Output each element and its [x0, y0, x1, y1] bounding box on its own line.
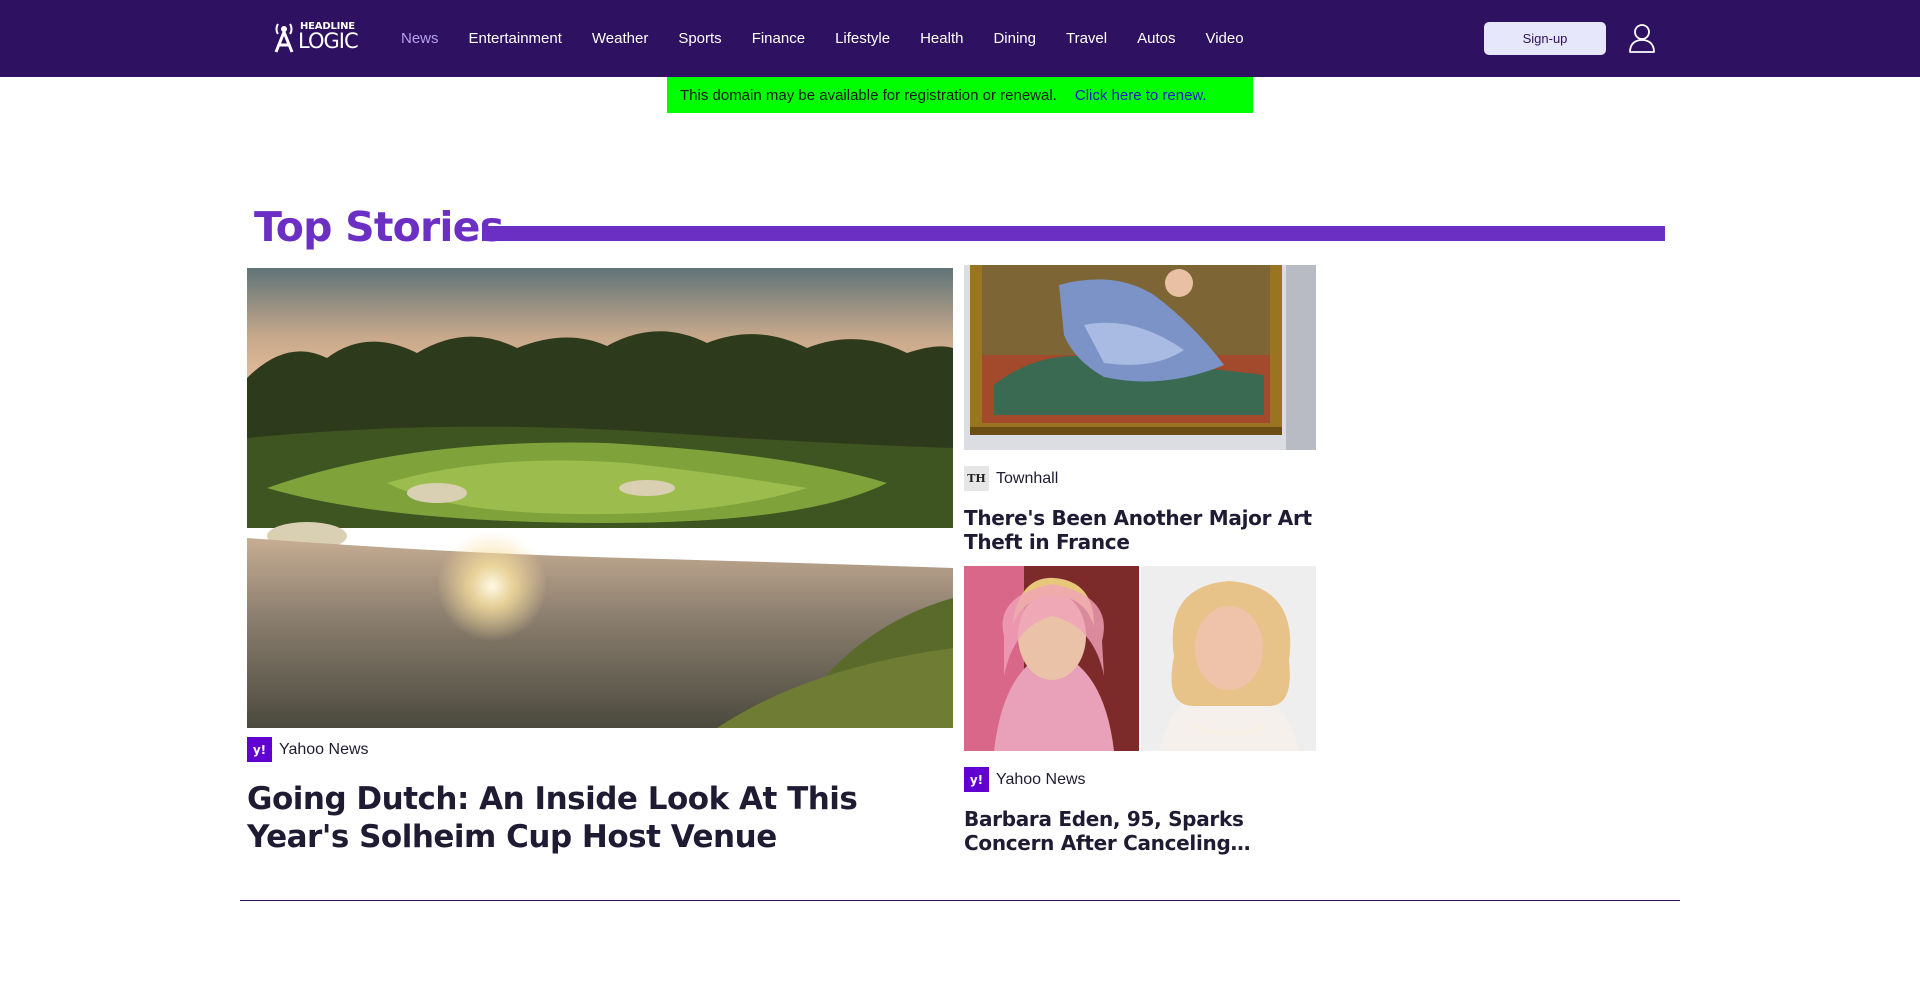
side-story-2-image[interactable] — [964, 566, 1316, 751]
logo-bottom-text: LOGIC — [298, 29, 359, 53]
nav-item-sports[interactable]: Sports — [678, 30, 721, 47]
main-story-source-name: Yahoo News — [279, 740, 369, 758]
nav-item-video[interactable]: Video — [1205, 30, 1243, 47]
nav-item-finance[interactable]: Finance — [752, 30, 805, 47]
side-story-2-source-name: Yahoo News — [996, 770, 1086, 788]
domain-renewal-banner: This domain may be available for registr… — [667, 77, 1253, 113]
side-story-1-source[interactable]: TH Townhall — [964, 466, 1058, 491]
main-story-headline[interactable]: Going Dutch: An Inside Look At This Year… — [247, 780, 953, 856]
main-story-image[interactable] — [247, 268, 953, 728]
logo-antenna-icon — [274, 23, 294, 53]
section-divider — [240, 900, 1680, 901]
side-story-1-image[interactable] — [964, 265, 1316, 450]
user-icon[interactable] — [1628, 23, 1656, 53]
nav-item-travel[interactable]: Travel — [1066, 30, 1107, 47]
nav-item-autos[interactable]: Autos — [1137, 30, 1175, 47]
side-story-2-source[interactable]: y! Yahoo News — [964, 767, 1086, 792]
main-nav: News Entertainment Weather Sports Financ… — [401, 0, 1274, 77]
side-story-2-headline[interactable]: Barbara Eden, 95, Sparks Concern After C… — [964, 807, 1316, 855]
nav-item-dining[interactable]: Dining — [993, 30, 1036, 47]
nav-item-weather[interactable]: Weather — [592, 30, 648, 47]
side-story-1-source-name: Townhall — [996, 469, 1059, 487]
section-title-bar — [482, 226, 1665, 241]
banner-text: This domain may be available for registr… — [680, 86, 1057, 104]
renew-link[interactable]: Click here to renew. — [1075, 87, 1207, 104]
site-logo[interactable]: HEADLINE LOGIC — [272, 20, 359, 54]
site-header: HEADLINE LOGIC News Entertainment Weathe… — [0, 0, 1920, 77]
signup-button[interactable]: Sign-up — [1484, 22, 1606, 55]
main-story-source[interactable]: y! Yahoo News — [247, 737, 369, 762]
section-title: Top Stories — [254, 203, 504, 251]
nav-item-entertainment[interactable]: Entertainment — [469, 30, 562, 47]
nav-item-health[interactable]: Health — [920, 30, 963, 47]
townhall-icon: TH — [964, 466, 989, 491]
nav-item-news[interactable]: News — [401, 30, 439, 47]
yahoo-icon: y! — [247, 737, 272, 762]
side-story-1-headline[interactable]: There's Been Another Major Art Theft in … — [964, 506, 1316, 554]
yahoo-icon: y! — [964, 767, 989, 792]
nav-item-lifestyle[interactable]: Lifestyle — [835, 30, 890, 47]
